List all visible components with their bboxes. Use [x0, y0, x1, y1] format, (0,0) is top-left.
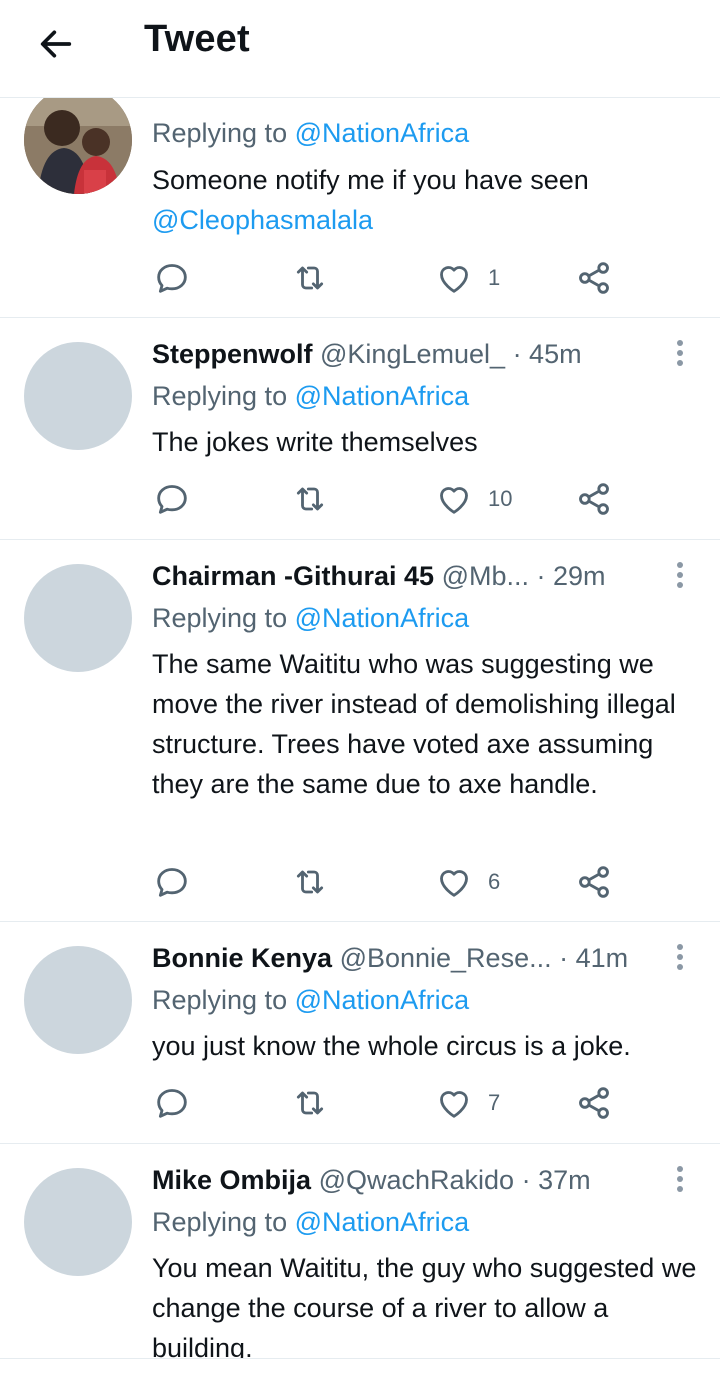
timestamp[interactable]: · 41m — [559, 943, 628, 973]
heart-icon — [440, 266, 468, 293]
like-count: 7 — [488, 1090, 501, 1115]
replying-to: Replying to @NationAfrica — [152, 983, 469, 1017]
replying-to: Replying to @NationAfrica — [152, 116, 469, 150]
tweet-actions: 6 — [152, 860, 632, 904]
like-count: 1 — [488, 265, 501, 290]
display-name[interactable]: Bonnie Kenya — [152, 943, 332, 973]
user-handle[interactable]: @QwachRakido — [319, 1165, 515, 1195]
arrow-left-icon — [40, 30, 72, 58]
share-button[interactable] — [574, 860, 614, 904]
tweet-item[interactable]: Bonnie Kenya @Bonnie_Rese... · 41m Reply… — [0, 922, 720, 1144]
like-button[interactable]: 1 — [434, 256, 500, 300]
tweet-actions: 7 — [152, 1081, 632, 1125]
reply-button[interactable] — [152, 256, 192, 300]
avatar-photo — [24, 86, 132, 194]
share-icon — [579, 262, 609, 294]
timestamp[interactable]: · 45m — [513, 339, 582, 369]
tweet-text: The same Waititu who was suggesting we m… — [152, 649, 676, 799]
timestamp[interactable]: · 37m — [522, 1165, 591, 1195]
more-options-button[interactable] — [668, 562, 692, 592]
tweet-text-body: Someone notify me if you have seen — [152, 165, 589, 195]
avatar[interactable] — [24, 86, 132, 194]
timestamp[interactable]: · 29m — [537, 561, 606, 591]
more-options-button[interactable] — [668, 944, 692, 974]
reply-icon — [157, 1089, 187, 1118]
retweet-button[interactable] — [290, 256, 330, 300]
heart-icon — [440, 487, 468, 514]
replying-to-link[interactable]: @NationAfrica — [295, 603, 469, 633]
tweet-item[interactable]: Mike Ombija @QwachRakido · 37m Replying … — [0, 1144, 720, 1359]
share-icon — [579, 1087, 609, 1119]
display-name[interactable]: Steppenwolf — [152, 339, 313, 369]
display-name[interactable]: Chairman -Githurai 45 — [152, 561, 434, 591]
avatar[interactable] — [24, 564, 132, 672]
tweet-header: Steppenwolf @KingLemuel_ · 45m — [152, 337, 660, 371]
share-button[interactable] — [574, 477, 614, 521]
replying-label: Replying to — [152, 381, 288, 411]
mention-link[interactable]: @Cleophasmalala — [152, 205, 373, 235]
tweet-text: You mean Waititu, the guy who suggested … — [152, 1253, 697, 1359]
replying-to: Replying to @NationAfrica — [152, 1205, 469, 1239]
tweet-feed: Replying to @NationAfrica Someone notify… — [0, 0, 720, 1385]
replying-to-link[interactable]: @NationAfrica — [295, 118, 469, 148]
replying-to-link[interactable]: @NationAfrica — [295, 381, 469, 411]
retweet-icon — [296, 1091, 324, 1115]
retweet-button[interactable] — [290, 860, 330, 904]
user-handle[interactable]: @Mb... — [442, 561, 529, 591]
reply-icon — [157, 264, 187, 293]
tweet-header: Mike Ombija @QwachRakido · 37m — [152, 1163, 660, 1197]
replying-label: Replying to — [152, 118, 288, 148]
replying-label: Replying to — [152, 1207, 288, 1237]
display-name[interactable]: Mike Ombija — [152, 1165, 311, 1195]
reply-button[interactable] — [152, 860, 192, 904]
share-button[interactable] — [574, 256, 614, 300]
back-button[interactable] — [30, 22, 82, 66]
retweet-icon — [296, 870, 324, 894]
share-icon — [579, 483, 609, 515]
user-handle[interactable]: @KingLemuel_ — [320, 339, 505, 369]
like-count: 6 — [488, 869, 501, 894]
reply-icon — [157, 868, 187, 897]
retweet-icon — [296, 487, 324, 511]
user-handle[interactable]: @Bonnie_Rese... — [340, 943, 552, 973]
replying-label: Replying to — [152, 985, 288, 1015]
replying-to: Replying to @NationAfrica — [152, 601, 469, 635]
retweet-button[interactable] — [290, 1081, 330, 1125]
replying-label: Replying to — [152, 603, 288, 633]
tweet-actions: 10 — [152, 477, 632, 521]
heart-icon — [440, 1091, 468, 1118]
tweet-actions: 1 — [152, 256, 632, 300]
like-count: 10 — [488, 486, 513, 511]
avatar[interactable] — [24, 342, 132, 450]
tweet-item[interactable]: Chairman -Githurai 45 @Mb... · 29m Reply… — [0, 540, 720, 922]
reply-button[interactable] — [152, 1081, 192, 1125]
tweet-text: you just know the whole circus is a joke… — [152, 1031, 631, 1061]
tweet-item[interactable]: Steppenwolf @KingLemuel_ · 45m Replying … — [0, 318, 720, 540]
like-button[interactable]: 10 — [434, 477, 512, 521]
tweet-text: Someone notify me if you have seen @Cleo… — [152, 160, 700, 240]
replying-to-link[interactable]: @NationAfrica — [295, 985, 469, 1015]
reply-icon — [157, 485, 187, 514]
avatar[interactable] — [24, 1168, 132, 1276]
more-options-button[interactable] — [668, 1166, 692, 1196]
like-button[interactable]: 6 — [434, 860, 500, 904]
reply-button[interactable] — [152, 477, 192, 521]
more-options-button[interactable] — [668, 340, 692, 370]
tweet-text: The jokes write themselves — [152, 427, 478, 457]
like-button[interactable]: 7 — [434, 1081, 500, 1125]
avatar[interactable] — [24, 946, 132, 1054]
replying-to: Replying to @NationAfrica — [152, 379, 469, 413]
share-icon — [579, 866, 609, 898]
retweet-button[interactable] — [290, 477, 330, 521]
tweet-header: Bonnie Kenya @Bonnie_Rese... · 41m — [152, 941, 660, 975]
share-button[interactable] — [574, 1081, 614, 1125]
retweet-icon — [296, 266, 324, 290]
replying-to-link[interactable]: @NationAfrica — [295, 1207, 469, 1237]
tweet-header: Chairman -Githurai 45 @Mb... · 29m — [152, 559, 660, 593]
top-app-bar: Tweet — [0, 0, 720, 98]
heart-icon — [440, 870, 468, 897]
tweet-item[interactable]: Replying to @NationAfrica Someone notify… — [0, 60, 720, 318]
page-title: Tweet — [144, 18, 250, 60]
